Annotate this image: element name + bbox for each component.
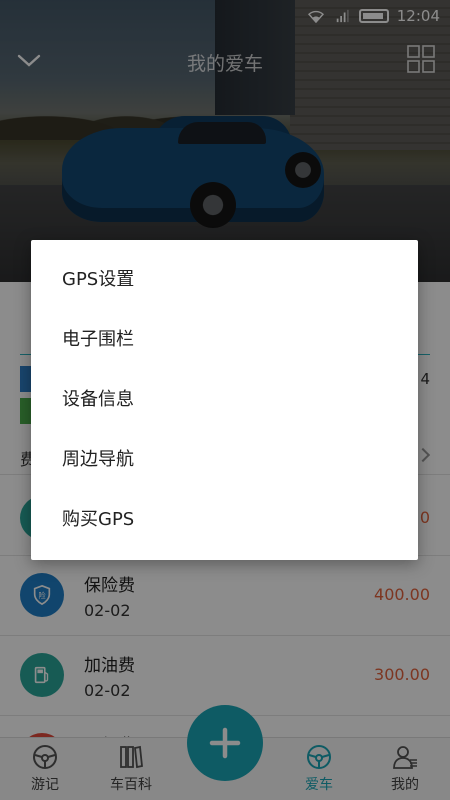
menu-item-buy-gps[interactable]: 购买GPS bbox=[31, 490, 418, 550]
menu-item-gps-settings[interactable]: GPS设置 bbox=[31, 250, 418, 310]
car-options-menu: GPS设置 电子围栏 设备信息 周边导航 购买GPS bbox=[31, 240, 418, 560]
menu-item-geofence[interactable]: 电子围栏 bbox=[31, 310, 418, 370]
menu-item-device-info[interactable]: 设备信息 bbox=[31, 370, 418, 430]
menu-item-nearby-navigation[interactable]: 周边导航 bbox=[31, 430, 418, 490]
